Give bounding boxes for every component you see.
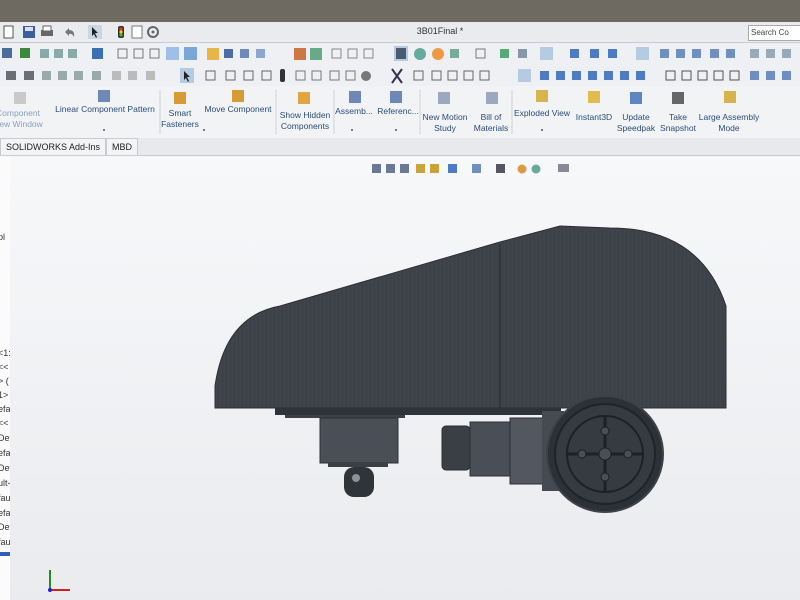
heads-up-view-toolbar[interactable] — [372, 162, 582, 176]
options-gear-icon[interactable] — [146, 25, 160, 39]
robot-assembly-model[interactable] — [10, 156, 800, 600]
print-icon[interactable] — [40, 25, 54, 39]
undo-icon[interactable] — [62, 25, 76, 39]
large-assembly-command[interactable]: Large Assembly Mode — [696, 112, 762, 134]
linear-pattern-command[interactable]: Linear Component Pattern — [50, 104, 160, 115]
title-bar: 3B01Final * Search Co — [0, 22, 800, 43]
command-tabs: SOLIDWORKS Add-Ins MBD — [0, 138, 800, 156]
toolbar-row-2-icons[interactable] — [0, 65, 800, 87]
update-speedpak-command[interactable]: Update Speedpak — [614, 112, 658, 134]
tree-item[interactable]: efa — [0, 404, 11, 414]
instant3d-command[interactable]: Instant3D — [572, 112, 616, 123]
tree-item[interactable]: > ( — [0, 376, 9, 386]
tree-item[interactable]: << — [0, 418, 9, 428]
save-icon[interactable] — [22, 25, 36, 39]
monitor-screen: 3B01Final * Search Co Component ew Windo… — [0, 22, 800, 600]
coordinate-triad-icon — [48, 570, 70, 592]
toolbar-row-1-icons[interactable] — [0, 43, 800, 65]
show-hidden-command[interactable]: Show Hidden Components — [276, 110, 334, 132]
tree-item[interactable]: pl — [0, 232, 5, 242]
motion-study-command[interactable]: New Motion Study — [420, 112, 470, 134]
assembly-features-command[interactable]: Assemb... — [334, 106, 374, 117]
toolbar-row-1 — [0, 43, 800, 66]
exploded-view-command[interactable]: Exploded View — [512, 108, 572, 119]
search-input[interactable]: Search Co — [748, 25, 800, 41]
toolbar-row-2 — [0, 65, 800, 88]
take-snapshot-command[interactable]: Take Snapshot — [656, 112, 700, 134]
bill-of-materials-command[interactable]: Bill of Materials — [470, 112, 512, 134]
tab-mbd[interactable]: MBD — [106, 138, 138, 155]
new-window-command[interactable]: Component New Window — [0, 108, 46, 130]
select-icon[interactable] — [88, 25, 102, 39]
document-title: 3B01Final * — [416, 26, 464, 36]
reference-geometry-command[interactable]: Referenc... — [375, 106, 421, 117]
file-properties-icon[interactable] — [130, 25, 144, 39]
command-manager: Component New Window Linear Component Pa… — [0, 86, 800, 228]
move-component-command[interactable]: Move Component — [200, 104, 276, 115]
rebuild-icon[interactable] — [114, 25, 128, 39]
tab-solidworks-addins[interactable]: SOLIDWORKS Add-Ins — [0, 138, 107, 155]
smart-fasteners-command[interactable]: Smart Fasteners — [158, 108, 202, 130]
graphics-viewport[interactable] — [10, 156, 800, 600]
tree-item[interactable]: 1> — [0, 390, 8, 400]
new-document-icon[interactable] — [2, 25, 16, 39]
tree-item[interactable]: ult- — [0, 478, 11, 488]
tree-item[interactable]: << — [0, 362, 9, 372]
